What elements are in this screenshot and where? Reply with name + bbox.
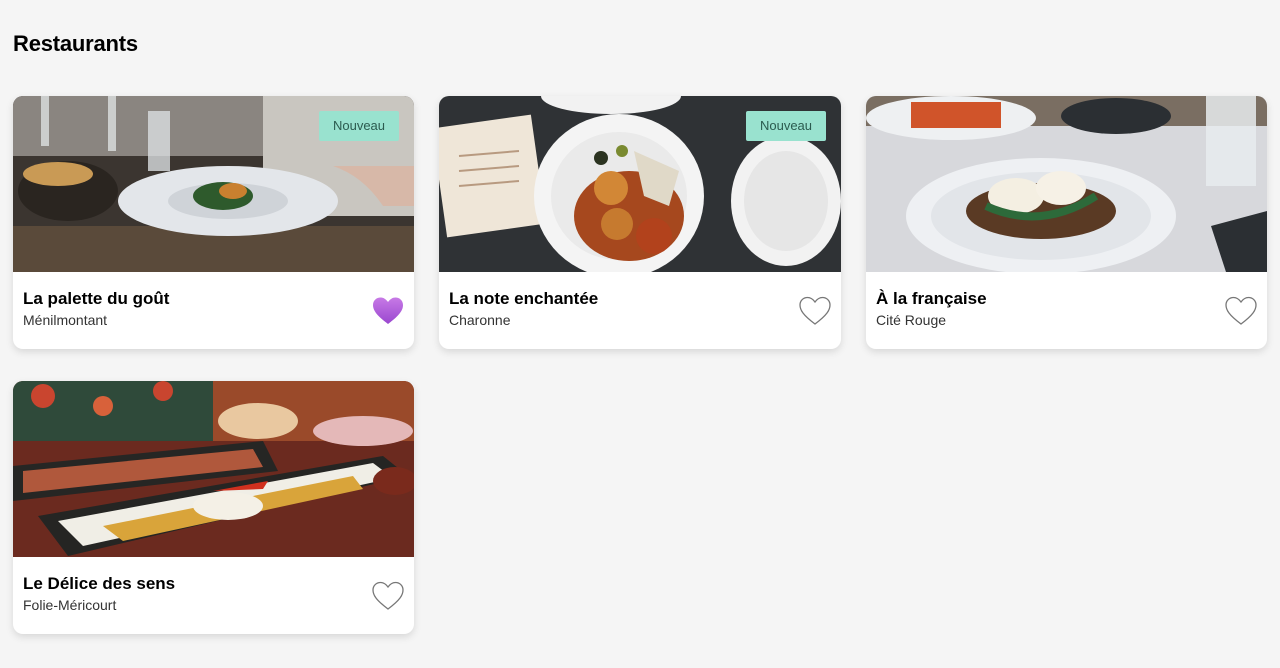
heart-icon bbox=[799, 296, 831, 325]
restaurant-card[interactable]: Nouveau La palette du goût Ménilmontant bbox=[13, 96, 414, 349]
restaurant-card[interactable]: À la française Cité Rouge bbox=[866, 96, 1267, 349]
restaurant-area: Cité Rouge bbox=[876, 312, 947, 328]
new-badge: Nouveau bbox=[319, 111, 399, 141]
restaurant-name: Le Délice des sens bbox=[23, 574, 176, 593]
favorite-button[interactable] bbox=[799, 296, 831, 326]
restaurant-grid: Nouveau La palette du goût Ménilmontant bbox=[13, 96, 1267, 634]
heart-icon bbox=[373, 297, 403, 324]
page-title: Restaurants bbox=[13, 31, 138, 56]
restaurant-name: La note enchantée bbox=[449, 289, 599, 308]
restaurant-area: Ménilmontant bbox=[23, 312, 108, 328]
new-badge: Nouveau bbox=[746, 111, 826, 141]
restaurant-area: Charonne bbox=[449, 312, 511, 328]
restaurants-page: Restaurants Nouveau La palette du goût M… bbox=[0, 0, 1280, 668]
restaurant-card[interactable]: Le Délice des sens Folie-Méricourt bbox=[13, 381, 414, 634]
restaurant-photo bbox=[866, 96, 1267, 272]
restaurant-area: Folie-Méricourt bbox=[23, 597, 117, 613]
heart-icon bbox=[372, 581, 404, 610]
favorite-button[interactable] bbox=[1225, 296, 1257, 326]
favorite-button[interactable] bbox=[372, 296, 404, 326]
restaurant-name: La palette du goût bbox=[23, 289, 170, 308]
restaurant-photo bbox=[13, 381, 414, 557]
restaurant-name: À la française bbox=[876, 289, 987, 308]
heart-icon bbox=[1225, 296, 1257, 325]
restaurant-card[interactable]: Nouveau La note enchantée Charonne bbox=[439, 96, 841, 349]
favorite-button[interactable] bbox=[372, 581, 404, 611]
